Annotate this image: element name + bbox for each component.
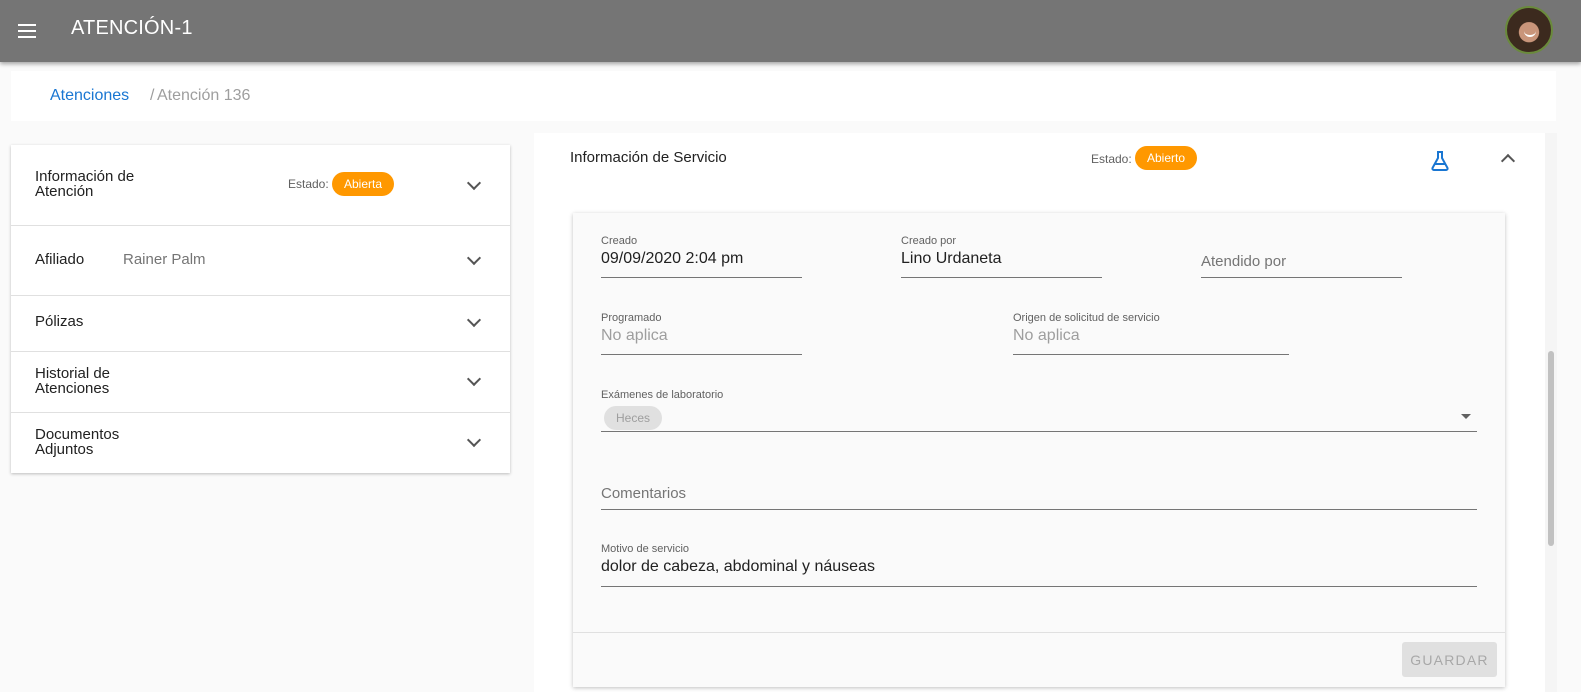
origen-solicitud-field: Origen de solicitud de servicio No aplic…: [1013, 310, 1289, 355]
accordion-title: Documentos Adjuntos: [35, 426, 120, 458]
app-bar: ATENCIÓN-1: [0, 0, 1581, 62]
scrollbar[interactable]: [1545, 133, 1557, 692]
status-badge: Abierta: [332, 172, 394, 196]
estado-label: Estado:: [1091, 152, 1132, 166]
chevron-up-icon[interactable]: [1500, 153, 1516, 169]
left-accordion: Información de Atención Estado: Abierta …: [11, 145, 510, 473]
scrollbar-thumb[interactable]: [1548, 351, 1554, 546]
save-button[interactable]: GUARDAR: [1402, 642, 1497, 677]
estado-label: Estado:: [288, 177, 329, 191]
menu-icon[interactable]: [14, 17, 42, 45]
field-value: No aplica: [1013, 327, 1080, 344]
flask-icon[interactable]: [1428, 149, 1452, 173]
accordion-title: Historial de Atenciones: [35, 365, 111, 397]
comentarios-field[interactable]: Comentarios: [601, 464, 1477, 510]
motivo-servicio-field[interactable]: Motivo de servicio dolor de cabeza, abdo…: [601, 541, 1477, 587]
breadcrumb: Atenciones / Atención 136: [11, 71, 1556, 121]
status-badge: Abierto: [1135, 146, 1197, 170]
breadcrumb-link-atenciones[interactable]: Atenciones: [50, 87, 129, 105]
field-value: No aplica: [601, 327, 668, 344]
accordion-documentos[interactable]: Documentos Adjuntos: [11, 412, 510, 473]
programado-field: Programado No aplica: [601, 310, 802, 355]
accordion-historial[interactable]: Historial de Atenciones: [11, 351, 510, 412]
app-title: ATENCIÓN-1: [71, 17, 193, 39]
examenes-laboratorio-select[interactable]: Exámenes de laboratorio Heces: [601, 387, 1477, 432]
chevron-down-icon[interactable]: [466, 371, 482, 387]
field-label: Programado: [601, 312, 662, 324]
chevron-down-icon[interactable]: [466, 250, 482, 266]
chevron-down-icon[interactable]: [466, 432, 482, 448]
field-placeholder: Atendido por: [1201, 253, 1287, 270]
field-label: Origen de solicitud de servicio: [1013, 312, 1160, 324]
field-label: Creado: [601, 235, 638, 247]
accordion-informacion-atencion[interactable]: Información de Atención Estado: Abierta: [11, 145, 510, 225]
field-placeholder: Comentarios: [601, 485, 687, 502]
chevron-down-icon[interactable]: [466, 312, 482, 328]
service-panel: Información de Servicio Estado: Abierto …: [534, 133, 1545, 692]
card-footer: GUARDAR: [573, 632, 1505, 687]
chevron-down-icon[interactable]: [466, 175, 482, 191]
field-value: dolor de cabeza, abdominal y náuseas: [601, 558, 875, 575]
field-value: Lino Urdaneta: [901, 250, 1002, 267]
creado-field: Creado 09/09/2020 2:04 pm: [601, 233, 802, 278]
user-avatar[interactable]: [1505, 6, 1553, 54]
field-label: Creado por: [901, 235, 957, 247]
breadcrumb-separator: /: [150, 87, 155, 104]
service-form-card: Creado 09/09/2020 2:04 pm Creado por Lin…: [573, 213, 1505, 687]
field-label: Exámenes de laboratorio: [601, 389, 724, 401]
field-label: Motivo de servicio: [601, 543, 690, 555]
lab-exam-chip: Heces: [604, 406, 663, 430]
accordion-title: Información de Atención: [35, 168, 135, 200]
service-panel-title: Información de Servicio: [570, 149, 727, 166]
accordion-polizas[interactable]: Pólizas: [11, 295, 510, 351]
afiliado-value: Rainer Palm: [123, 251, 206, 268]
breadcrumb-current: Atención 136: [157, 87, 251, 104]
atendido-por-field[interactable]: Atendido por: [1201, 233, 1402, 278]
dropdown-arrow-icon[interactable]: [1461, 414, 1471, 419]
creado-por-field: Creado por Lino Urdaneta: [901, 233, 1102, 278]
field-value: 09/09/2020 2:04 pm: [601, 250, 744, 267]
accordion-afiliado[interactable]: Afiliado Rainer Palm: [11, 225, 510, 295]
accordion-title: Pólizas: [35, 313, 84, 330]
